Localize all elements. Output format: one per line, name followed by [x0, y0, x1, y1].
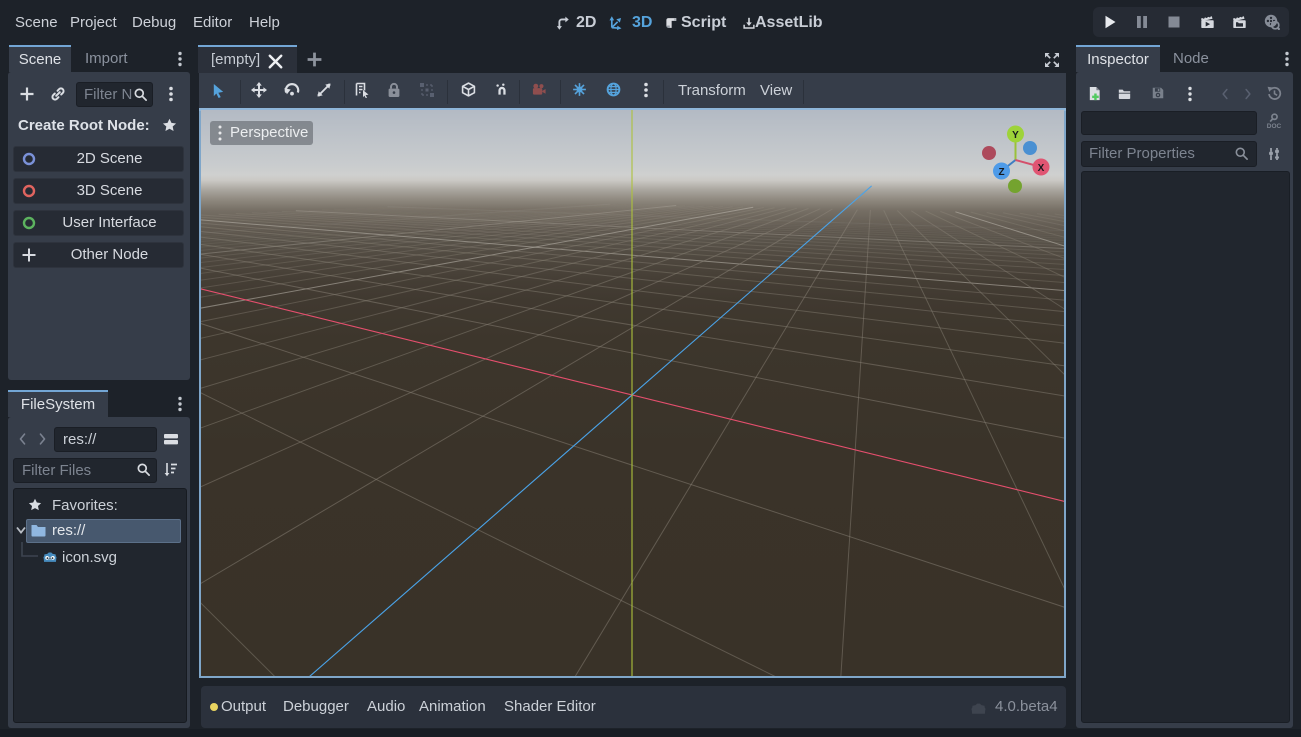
svg-text:Z: Z	[998, 167, 1004, 178]
svg-text:Y: Y	[1012, 130, 1019, 141]
svg-text:DOC: DOC	[1267, 123, 1282, 130]
svg-text:X: X	[1038, 163, 1045, 174]
